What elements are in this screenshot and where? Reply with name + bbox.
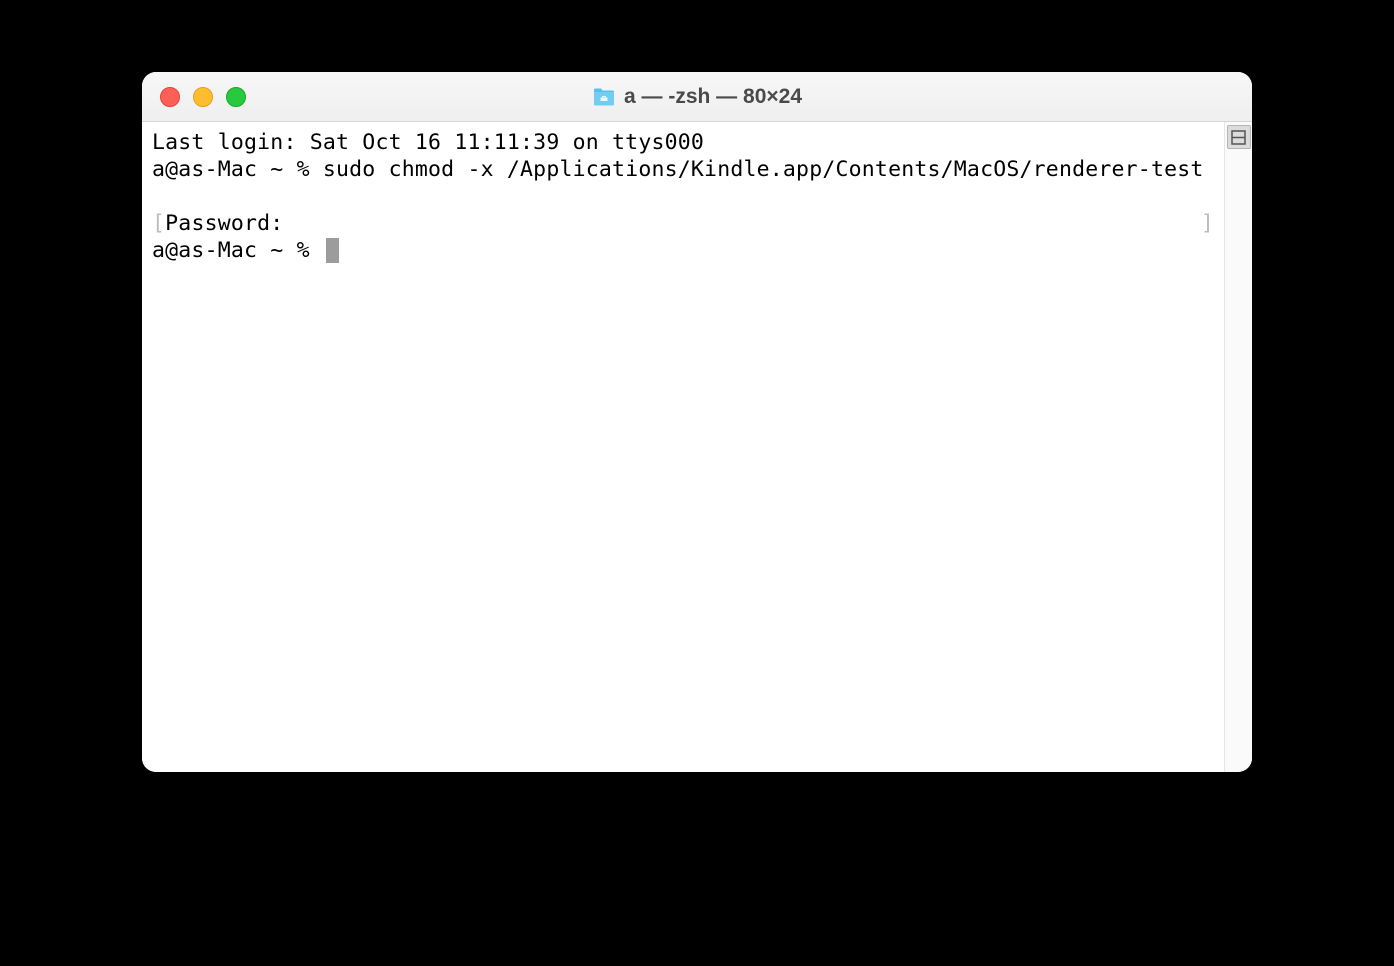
text-cursor: [326, 238, 339, 263]
terminal-blank-line: [152, 184, 1214, 211]
shell-prompt: a@as-Mac ~ %: [152, 157, 323, 182]
minimize-button[interactable]: [193, 87, 213, 107]
titlebar[interactable]: a — -zsh — 80×24: [142, 72, 1252, 122]
window-title: a — -zsh — 80×24: [592, 85, 802, 109]
zoom-button[interactable]: [226, 87, 246, 107]
terminal-line: a@as-Mac ~ % sudo chmod -x /Applications…: [152, 157, 1214, 184]
window-title-text: a — -zsh — 80×24: [624, 85, 802, 109]
traffic-lights: [160, 87, 246, 107]
terminal-output[interactable]: Last login: Sat Oct 16 11:11:39 on ttys0…: [142, 122, 1224, 772]
terminal-line: [Password:]: [152, 211, 1214, 238]
split-icon: [1231, 130, 1246, 145]
content-area: Last login: Sat Oct 16 11:11:39 on ttys0…: [142, 122, 1252, 772]
scrollbar[interactable]: [1224, 122, 1252, 772]
shell-command: sudo chmod -x /Applications/Kindle.app/C…: [323, 157, 1204, 182]
scroll-indicator-icon[interactable]: [1227, 125, 1251, 149]
shell-prompt: a@as-Mac ~ %: [152, 238, 323, 265]
terminal-line: Last login: Sat Oct 16 11:11:39 on ttys0…: [152, 130, 1214, 157]
password-prompt: Password:: [165, 211, 283, 236]
bracket-left: [: [152, 211, 165, 236]
bracket-right: ]: [1201, 211, 1214, 238]
terminal-window: a — -zsh — 80×24 Last login: Sat Oct 16 …: [142, 72, 1252, 772]
folder-icon: [592, 87, 616, 107]
close-button[interactable]: [160, 87, 180, 107]
terminal-line: a@as-Mac ~ %: [152, 238, 1214, 265]
